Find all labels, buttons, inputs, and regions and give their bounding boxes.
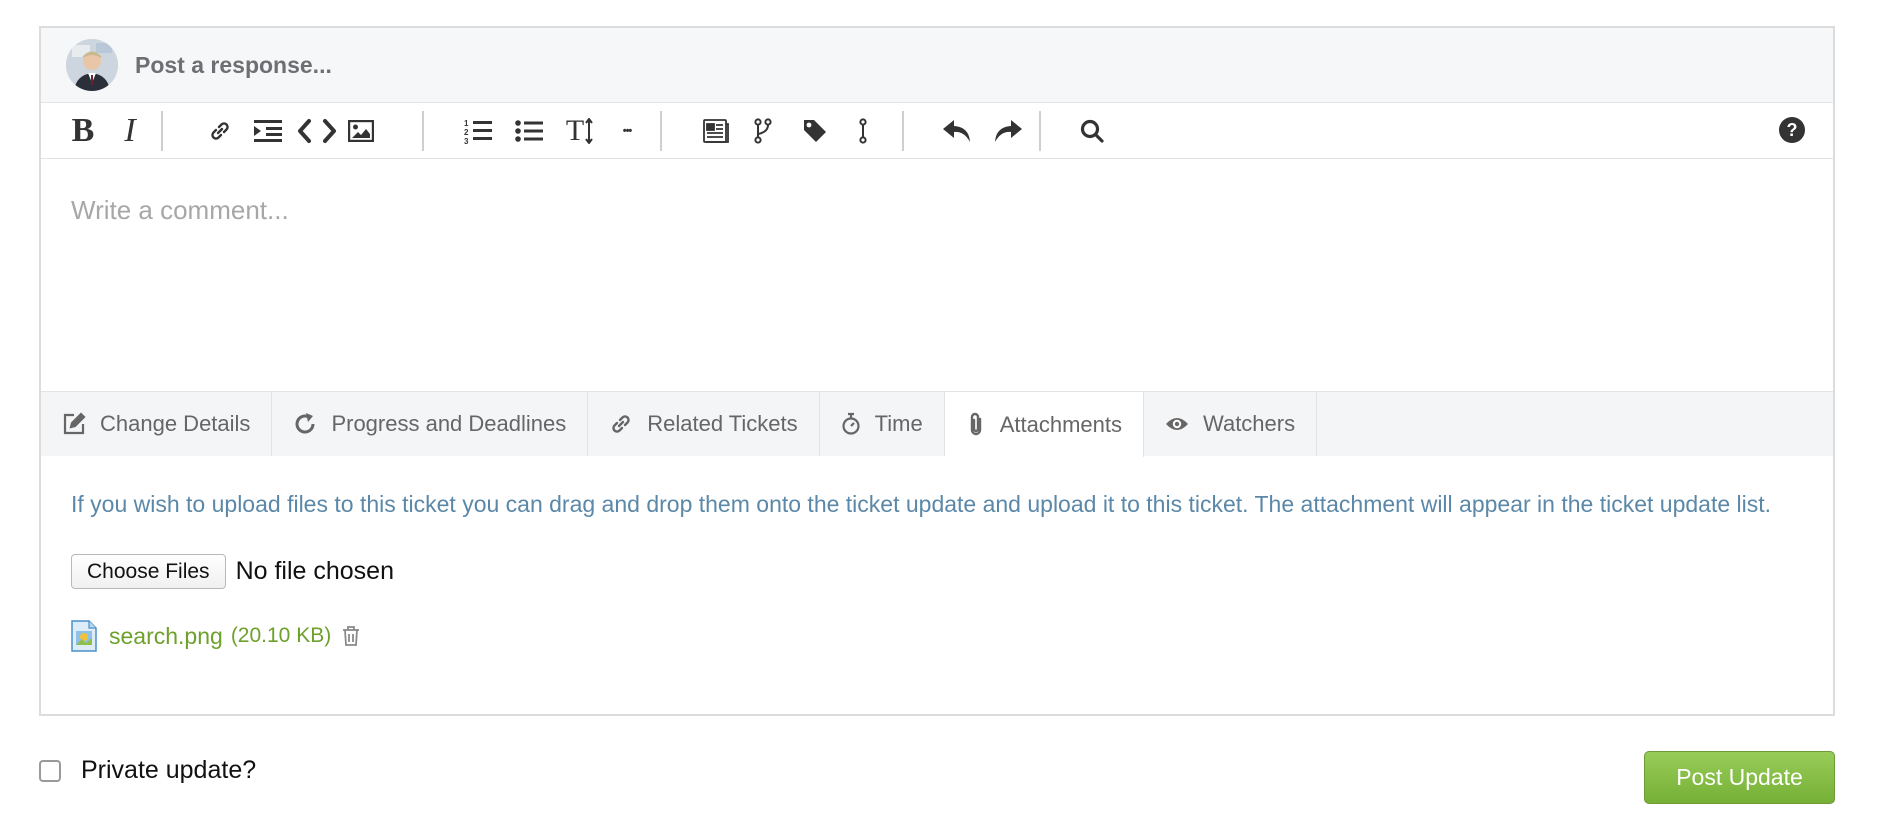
private-update-checkbox[interactable]: [39, 759, 61, 782]
file-picker: Choose Files No file chosen: [71, 554, 1803, 589]
bullet-list-icon: [515, 119, 543, 142]
ellipsis-icon: •••: [622, 124, 633, 137]
tab-label: Time: [874, 411, 923, 436]
link-icon: [609, 412, 633, 436]
more-button[interactable]: •••: [612, 111, 642, 151]
bold-button[interactable]: B: [68, 111, 98, 151]
tab-attachments[interactable]: Attachments: [944, 392, 1145, 457]
toolbar-divider: [902, 110, 904, 151]
file-status: No file chosen: [235, 557, 394, 585]
tab-progress-and-deadlines[interactable]: Progress and Deadlines: [272, 392, 589, 456]
search-button[interactable]: [1077, 111, 1107, 151]
branch-button[interactable]: [748, 111, 778, 151]
avatar: [66, 39, 118, 91]
link-button[interactable]: [205, 111, 235, 151]
attachments-panel: If you wish to upload files to this tick…: [41, 456, 1833, 652]
text-size-icon: T: [566, 114, 594, 148]
image-icon: [348, 119, 374, 142]
trash-icon: [343, 626, 360, 646]
response-title: Post a response...: [135, 51, 332, 78]
image-button[interactable]: [346, 111, 376, 151]
toolbar-divider: [660, 110, 662, 151]
toolbar-divider: [161, 110, 163, 151]
attachment-link[interactable]: search.png: [109, 623, 223, 650]
svg-text:1: 1: [464, 119, 469, 128]
undo-button[interactable]: [940, 111, 974, 151]
response-panel: Post a response... B I 1 2 3 T ••• ? Wri…: [39, 26, 1835, 716]
help-icon: ?: [1786, 119, 1798, 140]
tab-label: Attachments: [999, 411, 1123, 437]
private-update: Private update?: [39, 756, 256, 785]
toolbar-divider: [1039, 110, 1041, 151]
editor-toolbar: B I 1 2 3 T ••• ?: [41, 103, 1833, 159]
help-button[interactable]: ?: [1779, 117, 1805, 143]
commit-button[interactable]: [848, 111, 878, 151]
search-icon: [1080, 119, 1104, 143]
tab-change-details[interactable]: Change Details: [41, 392, 273, 456]
svg-text:2: 2: [464, 128, 469, 137]
update-tabs: Change Details Progress and Deadlines Re…: [41, 391, 1833, 457]
ordered-list-button[interactable]: 1 2 3: [463, 111, 493, 151]
redo-icon: [995, 119, 1022, 142]
tag-icon: [804, 119, 826, 142]
text-size-glyph: T: [565, 113, 585, 147]
code-icon: [298, 118, 336, 143]
tab-time[interactable]: Time: [820, 392, 945, 456]
italic-button[interactable]: I: [115, 111, 145, 151]
tab-label: Progress and Deadlines: [331, 411, 567, 436]
response-header: Post a response...: [41, 28, 1833, 103]
comment-input[interactable]: [41, 159, 1833, 391]
tab-label: Related Tickets: [647, 411, 798, 436]
tab-related-tickets[interactable]: Related Tickets: [588, 392, 820, 456]
tab-label: Change Details: [100, 411, 251, 436]
code-branch-icon: [754, 117, 772, 144]
stopwatch-icon: [841, 412, 861, 436]
undo-icon: [943, 119, 970, 142]
comment-area: [41, 159, 1833, 391]
italic-icon: I: [124, 111, 136, 149]
document-icon: [703, 118, 729, 143]
indent-icon: [254, 119, 282, 142]
eye-icon: [1165, 415, 1189, 433]
attachment-size: (20.10 KB): [230, 624, 332, 647]
link-icon: [211, 121, 229, 140]
choose-files-button[interactable]: Choose Files: [71, 554, 226, 589]
snippet-button[interactable]: [701, 111, 731, 151]
delete-attachment-button[interactable]: [341, 625, 361, 647]
attachment-item: search.png (20.10 KB): [71, 620, 1803, 652]
ordered-list-icon: 1 2 3: [464, 119, 492, 144]
redo-button[interactable]: [991, 111, 1025, 151]
svg-text:3: 3: [464, 137, 469, 144]
tab-label: Watchers: [1203, 411, 1296, 436]
text-size-button[interactable]: T: [564, 111, 596, 151]
bullet-list-button[interactable]: [514, 111, 544, 151]
indent-button[interactable]: [252, 111, 284, 151]
edit-icon: [62, 412, 86, 436]
refresh-icon: [293, 412, 317, 436]
commit-icon: [859, 117, 867, 144]
tag-button[interactable]: [800, 111, 830, 151]
post-update-button[interactable]: Post Update: [1644, 751, 1835, 804]
attachments-info: If you wish to upload files to this tick…: [71, 491, 1772, 517]
bold-icon: B: [71, 111, 95, 149]
private-update-label: Private update?: [81, 756, 257, 784]
image-file-icon: [71, 620, 97, 652]
toolbar-divider: [422, 110, 424, 151]
tab-watchers[interactable]: Watchers: [1144, 392, 1318, 456]
paperclip-icon: [966, 412, 986, 438]
code-button[interactable]: [296, 111, 338, 151]
